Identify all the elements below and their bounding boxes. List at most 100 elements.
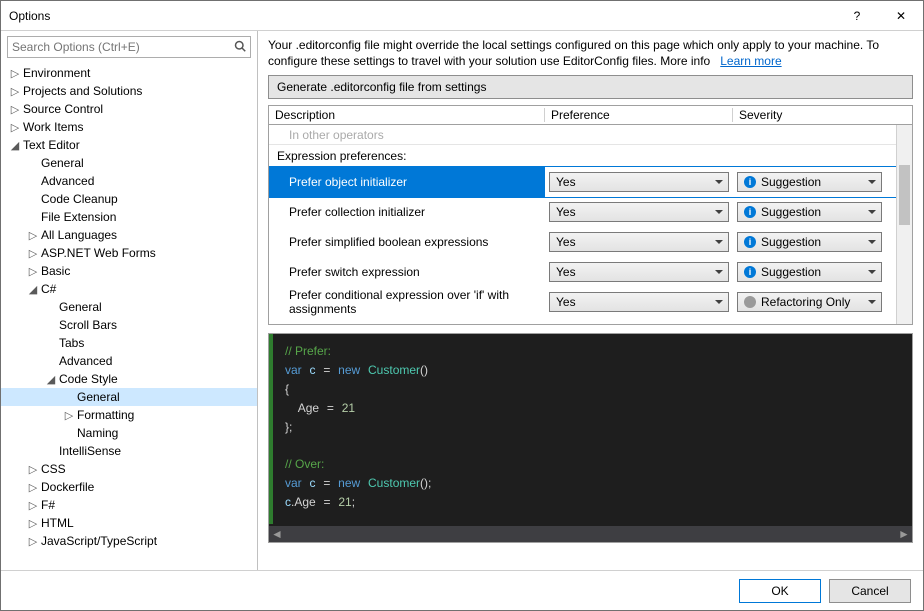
tree-item-label: Dockerfile (39, 480, 94, 494)
tree-spacer: ▷ (45, 355, 57, 368)
help-button[interactable]: ? (835, 1, 879, 31)
col-severity[interactable]: Severity (733, 108, 886, 122)
tree-item-scroll-bars[interactable]: ▷Scroll Bars (1, 316, 257, 334)
severity-dropdown[interactable]: iSuggestion (737, 262, 882, 282)
scrollbar-thumb[interactable] (899, 165, 910, 225)
tree-item-code-cleanup[interactable]: ▷Code Cleanup (1, 190, 257, 208)
severity-info-icon: i (744, 206, 756, 218)
tree-item-general[interactable]: ▷General (1, 298, 257, 316)
nav-tree[interactable]: ▷Environment▷Projects and Solutions▷Sour… (1, 62, 257, 570)
tree-item-general[interactable]: ▷General (1, 154, 257, 172)
tree-spacer: ▷ (27, 211, 39, 224)
grid-row[interactable]: Prefer object initializerYesiSuggestion (269, 167, 912, 197)
tree-item-html[interactable]: ▷HTML (1, 514, 257, 532)
tree-item-javascript-typescript[interactable]: ▷JavaScript/TypeScript (1, 532, 257, 550)
tree-item-projects-and-solutions[interactable]: ▷Projects and Solutions (1, 82, 257, 100)
severity-label: Suggestion (761, 235, 821, 249)
ok-button[interactable]: OK (739, 579, 821, 603)
grid-header: Description Preference Severity (268, 105, 913, 125)
grid-row[interactable]: Prefer simplified boolean expressionsYes… (269, 227, 912, 257)
search-icon (230, 40, 250, 55)
preference-dropdown[interactable]: Yes (549, 292, 729, 312)
tree-spacer: ▷ (63, 391, 75, 404)
tree-item-file-extension[interactable]: ▷File Extension (1, 208, 257, 226)
horizontal-scrollbar[interactable]: ◄ ► (269, 526, 912, 542)
scroll-left-icon[interactable]: ◄ (269, 526, 285, 542)
chevron-right-icon[interactable]: ▷ (9, 67, 21, 80)
tree-item-asp-net-web-forms[interactable]: ▷ASP.NET Web Forms (1, 244, 257, 262)
severity-dropdown[interactable]: iSuggestion (737, 172, 882, 192)
tree-item-advanced[interactable]: ▷Advanced (1, 172, 257, 190)
tree-item-label: Advanced (39, 174, 94, 188)
tree-item-label: General (39, 156, 84, 170)
grid-row[interactable]: Prefer collection initializerYesiSuggest… (269, 197, 912, 227)
chevron-right-icon[interactable]: ▷ (27, 517, 39, 530)
search-input[interactable] (8, 38, 230, 56)
chevron-right-icon[interactable]: ▷ (27, 463, 39, 476)
chevron-right-icon[interactable]: ▷ (27, 247, 39, 260)
tree-item-intellisense[interactable]: ▷IntelliSense (1, 442, 257, 460)
severity-info-icon: i (744, 176, 756, 188)
tree-item-advanced[interactable]: ▷Advanced (1, 352, 257, 370)
tree-item-f-[interactable]: ▷F# (1, 496, 257, 514)
tree-spacer: ▷ (45, 301, 57, 314)
chevron-down-icon[interactable]: ◢ (9, 139, 21, 152)
vertical-scrollbar[interactable] (896, 125, 912, 324)
tree-item-source-control[interactable]: ▷Source Control (1, 100, 257, 118)
tree-item-css[interactable]: ▷CSS (1, 460, 257, 478)
preference-dropdown[interactable]: Yes (549, 232, 729, 252)
tree-item-general[interactable]: ▷General (1, 388, 257, 406)
tree-item-environment[interactable]: ▷Environment (1, 64, 257, 82)
severity-dropdown[interactable]: iSuggestion (737, 232, 882, 252)
generate-editorconfig-button[interactable]: Generate .editorconfig file from setting… (268, 75, 913, 99)
close-button[interactable]: ✕ (879, 1, 923, 31)
tree-spacer: ▷ (45, 319, 57, 332)
chevron-right-icon[interactable]: ▷ (9, 121, 21, 134)
grid-row[interactable]: Prefer switch expressionYesiSuggestion (269, 257, 912, 287)
chevron-down-icon[interactable]: ◢ (27, 283, 39, 296)
search-box[interactable] (7, 36, 251, 58)
content-pane: Your .editorconfig file might override t… (258, 31, 923, 570)
tree-item-naming[interactable]: ▷Naming (1, 424, 257, 442)
tree-item-label: HTML (39, 516, 74, 530)
grid-body[interactable]: In other operators Expression preference… (268, 125, 913, 325)
tree-item-label: General (75, 390, 120, 404)
tree-item-code-style[interactable]: ◢Code Style (1, 370, 257, 388)
info-text: Your .editorconfig file might override t… (268, 37, 913, 69)
severity-dropdown[interactable]: Refactoring Only (737, 292, 882, 312)
severity-label: Refactoring Only (761, 295, 850, 309)
tree-item-label: IntelliSense (57, 444, 121, 458)
col-description[interactable]: Description (269, 108, 545, 122)
tree-item-all-languages[interactable]: ▷All Languages (1, 226, 257, 244)
preference-dropdown[interactable]: Yes (549, 202, 729, 222)
chevron-right-icon[interactable]: ▷ (63, 409, 75, 422)
tree-item-text-editor[interactable]: ◢Text Editor (1, 136, 257, 154)
chevron-right-icon[interactable]: ▷ (27, 481, 39, 494)
tree-item-formatting[interactable]: ▷Formatting (1, 406, 257, 424)
tree-item-basic[interactable]: ▷Basic (1, 262, 257, 280)
tree-item-label: F# (39, 498, 55, 512)
tree-item-tabs[interactable]: ▷Tabs (1, 334, 257, 352)
learn-more-link[interactable]: Learn more (720, 54, 781, 68)
tree-spacer: ▷ (27, 175, 39, 188)
tree-item-label: General (57, 300, 102, 314)
chevron-right-icon[interactable]: ▷ (9, 103, 21, 116)
cancel-button[interactable]: Cancel (829, 579, 911, 603)
chevron-right-icon[interactable]: ▷ (27, 229, 39, 242)
preference-dropdown[interactable]: Yes (549, 172, 729, 192)
chevron-right-icon[interactable]: ▷ (27, 265, 39, 278)
scroll-right-icon[interactable]: ► (896, 526, 912, 542)
titlebar: Options ? ✕ (1, 1, 923, 31)
tree-item-c-[interactable]: ◢C# (1, 280, 257, 298)
preference-dropdown[interactable]: Yes (549, 262, 729, 282)
severity-dropdown[interactable]: iSuggestion (737, 202, 882, 222)
chevron-right-icon[interactable]: ▷ (9, 85, 21, 98)
tree-item-label: CSS (39, 462, 66, 476)
tree-item-dockerfile[interactable]: ▷Dockerfile (1, 478, 257, 496)
chevron-down-icon[interactable]: ◢ (45, 373, 57, 386)
grid-row[interactable]: Prefer conditional expression over 'if' … (269, 287, 912, 317)
tree-item-work-items[interactable]: ▷Work Items (1, 118, 257, 136)
chevron-right-icon[interactable]: ▷ (27, 535, 39, 548)
col-preference[interactable]: Preference (545, 108, 733, 122)
chevron-right-icon[interactable]: ▷ (27, 499, 39, 512)
